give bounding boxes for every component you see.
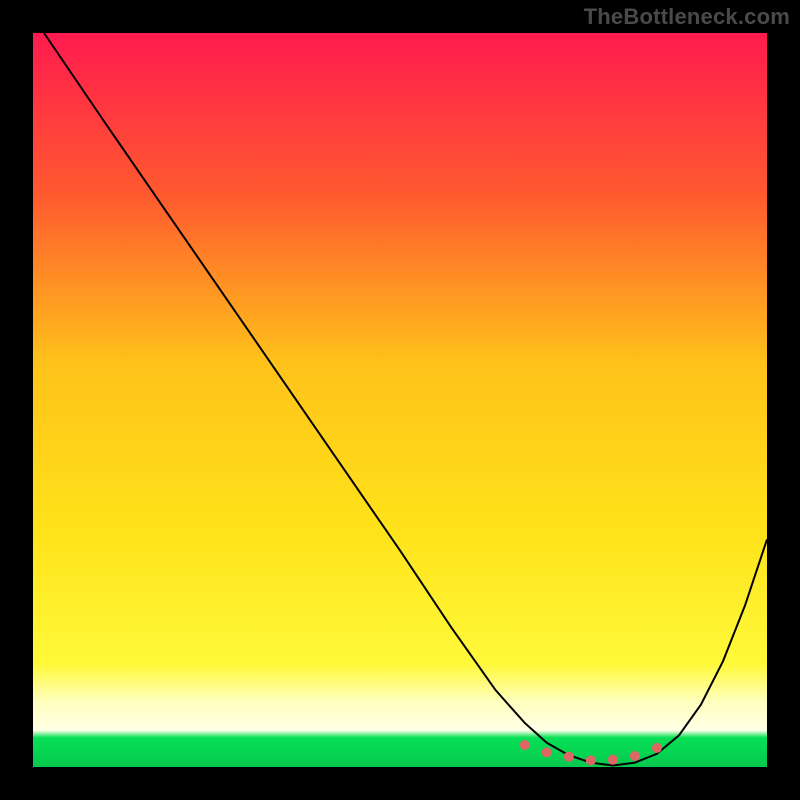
curve-marker (520, 740, 530, 750)
curve-marker (586, 755, 596, 765)
gradient-background (33, 33, 767, 767)
chart-frame: TheBottleneck.com (0, 0, 800, 800)
plot-svg (33, 33, 767, 767)
curve-marker (652, 743, 662, 753)
curve-marker (608, 755, 618, 765)
plot-area (33, 33, 767, 767)
watermark-text: TheBottleneck.com (584, 4, 790, 30)
curve-marker (564, 752, 574, 762)
curve-marker (630, 751, 640, 761)
curve-marker (542, 747, 552, 757)
